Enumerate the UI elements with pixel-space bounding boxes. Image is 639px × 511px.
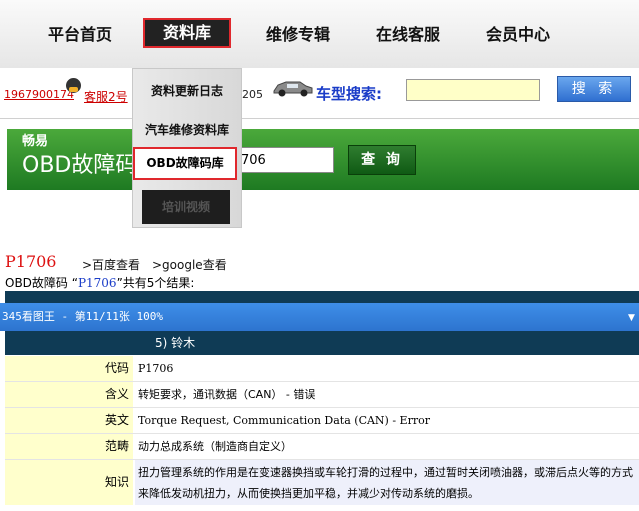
query-button[interactable]: 查 询 [348, 145, 416, 175]
dropdown-repair-library[interactable]: 汽车维修资料库 [133, 121, 241, 138]
car-icon [273, 81, 313, 97]
phone-link[interactable]: 1967900174 [4, 88, 74, 101]
value-category: 动力总成系统（制造商自定义） [138, 440, 292, 453]
nav-online-service[interactable]: 在线客服 [368, 22, 448, 48]
section-title: 5) 铃木 [155, 336, 196, 350]
value-english: Torque Request, Communication Data (CAN)… [138, 414, 430, 427]
label-code: 代码 [5, 356, 133, 381]
label-category: 范畴 [5, 434, 133, 459]
nav-library-label: 资料库 [162, 23, 211, 42]
service-link[interactable]: 客服2号 [84, 88, 128, 105]
label-knowledge: 知识 [5, 460, 133, 505]
search-button[interactable]: 搜 索 [557, 76, 631, 102]
dropdown-training-video[interactable]: 培训视频 [142, 190, 230, 224]
baidu-link[interactable]: >百度查看 [82, 256, 140, 273]
label-meaning: 含义 [5, 382, 133, 407]
obd-code-input[interactable]: 706 [238, 147, 334, 173]
qq-icon[interactable] [66, 78, 81, 93]
nav-repair-album[interactable]: 维修专辑 [258, 22, 338, 48]
dropdown-update-log[interactable]: 资料更新日志 [133, 82, 241, 99]
result-header-strip [5, 291, 639, 303]
dropdown-obd-library[interactable]: OBD故障码库 [133, 147, 237, 180]
car-search-input[interactable] [406, 79, 540, 101]
nav-member-center[interactable]: 会员中心 [478, 22, 558, 48]
number-tail: 205 [242, 88, 263, 101]
value-meaning: 转矩要求，通讯数据（CAN） - 错误 [138, 388, 316, 401]
viewer-titlebar[interactable]: 345看图王 - 第11/11张 100% [0, 303, 639, 331]
chevron-down-icon[interactable]: ▼ [628, 313, 635, 323]
label-english: 英文 [5, 408, 133, 433]
summary-prefix: OBD故障码 “ [5, 276, 78, 290]
nav-library-active[interactable]: 资料库 [143, 18, 231, 48]
nav-home[interactable]: 平台首页 [40, 22, 120, 48]
result-code: P1706 [5, 252, 57, 271]
car-search-label: 车型搜索: [316, 85, 382, 103]
google-link[interactable]: >google查看 [152, 256, 227, 273]
section-header: 5) 铃木 [5, 331, 639, 355]
value-knowledge: 扭力管理系统的作用是在变速器换挡或车轮打滑的过程中，通过暂时关闭喷油器，或滞后点… [135, 460, 639, 505]
result-summary: OBD故障码 “P1706”共有5个结果: [5, 274, 194, 291]
summary-code: P1706 [77, 276, 117, 290]
banner-title: OBD故障码 [22, 153, 138, 178]
summary-suffix: ”共有5个结果: [116, 276, 195, 290]
value-code: P1706 [138, 362, 174, 375]
